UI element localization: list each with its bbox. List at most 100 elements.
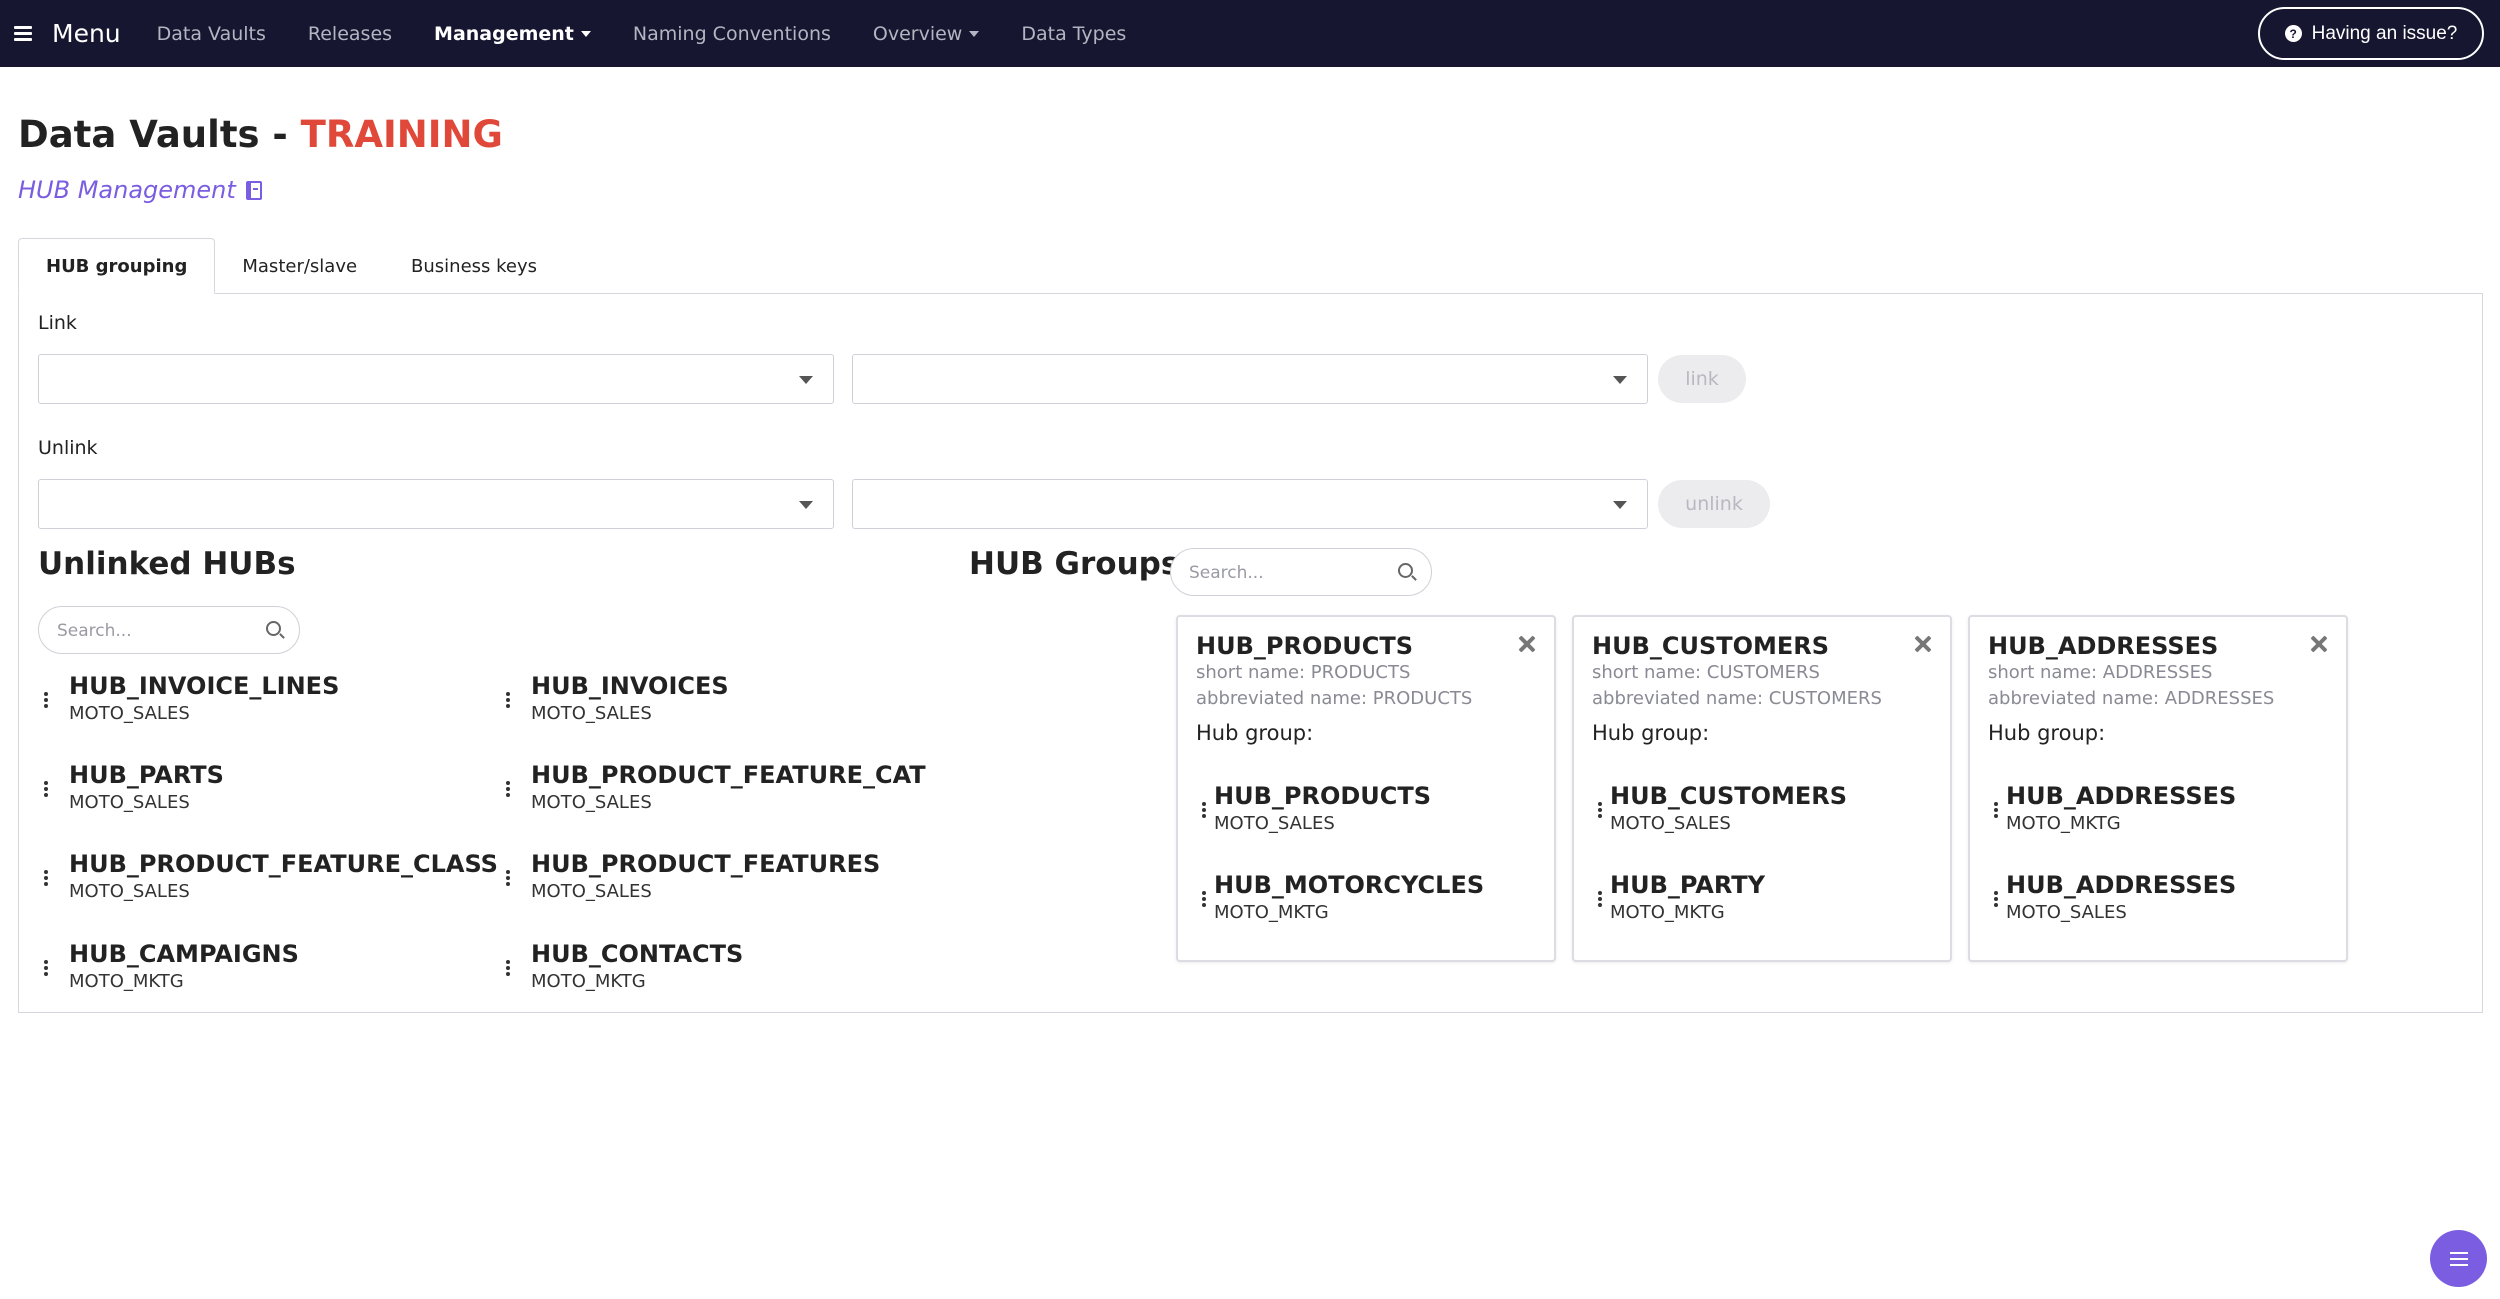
chevron-down-icon [1613,376,1627,384]
drag-handle-icon[interactable] [1202,891,1206,907]
nav-link-overview[interactable]: Overview [873,23,980,45]
drag-handle-icon[interactable] [506,781,510,797]
hamburger-icon [14,26,32,41]
card-short-name: short name: CUSTOMERS [1592,662,1820,683]
drag-handle-icon[interactable] [506,960,510,976]
unlinked-search-input[interactable] [57,619,247,643]
hub-name: HUB_PRODUCT_FEATURES [531,850,881,878]
subtitle-text: HUB Management [18,176,236,204]
drag-handle-icon[interactable] [1598,891,1602,907]
hub-name: HUB_PRODUCT_FEATURE_CLASS [69,850,498,878]
drag-handle-icon[interactable] [44,870,48,886]
card-group-label: Hub group: [1196,721,1314,745]
search-icon[interactable] [1398,563,1413,578]
nav-link-label: Releases [307,22,393,45]
drag-handle-icon[interactable] [506,870,510,886]
nav-link-data-vaults[interactable]: Data Vaults [157,23,266,45]
card-title: HUB_PRODUCTS [1196,632,1414,660]
hub-management-link[interactable]: HUB Management [18,176,262,204]
close-icon[interactable] [1914,635,1932,653]
tab-hub-grouping[interactable]: HUB grouping [18,238,216,294]
hub-name: HUB_PRODUCTS [1214,782,1432,810]
nav-link-management[interactable]: Management [434,23,591,45]
drag-handle-icon[interactable] [506,692,510,708]
drag-handle-icon[interactable] [1202,802,1206,818]
hub-source: MOTO_MKTG [69,971,184,992]
card-abbreviated-name: abbreviated name: CUSTOMERS [1592,688,1882,709]
drag-handle-icon[interactable] [44,960,48,976]
hub-name: HUB_MOTORCYCLES [1214,871,1485,899]
hub-groups-search [1170,548,1432,596]
hub-source: MOTO_SALES [531,792,652,813]
tab-master-slave[interactable]: Master/slave [215,238,384,294]
hub-source: MOTO_SALES [531,703,652,724]
nav-link-label: Data Types [1021,22,1127,45]
having-an-issue-button[interactable]: ? Having an issue? [2258,7,2484,60]
nav-link-data-types[interactable]: Data Types [1021,23,1126,45]
chevron-down-icon [1613,501,1627,509]
link-label: Link [38,312,77,334]
tab-bar: HUB grouping Master/slave Business keys [18,238,564,294]
hub-name: HUB_ADDRESSES [2006,782,2237,810]
unlinked-hubs-title: Unlinked HUBs [38,546,296,582]
card-short-name: short name: PRODUCTS [1196,662,1411,683]
hub-name: HUB_CAMPAIGNS [69,940,299,968]
tab-business-keys[interactable]: Business keys [384,238,564,294]
unlink-button[interactable]: unlink [1658,480,1770,528]
page-title: Data Vaults - TRAINING [18,113,503,156]
link-button[interactable]: link [1658,355,1746,403]
hub-group-card: HUB_ADDRESSES short name: ADDRESSES abbr… [1968,615,2348,962]
drag-handle-icon[interactable] [44,781,48,797]
hub-group-card: HUB_CUSTOMERS short name: CUSTOMERS abbr… [1572,615,1952,962]
hub-source: MOTO_MKTG [1610,902,1725,923]
hub-source: MOTO_SALES [69,881,190,902]
top-navbar: Menu Data Vaults Releases Management Nam… [0,0,2500,67]
close-icon[interactable] [1518,635,1536,653]
link-left-select[interactable] [38,354,834,404]
hub-name: HUB_CONTACTS [531,940,744,968]
caret-down-icon [969,30,980,37]
hub-source: MOTO_SALES [531,881,652,902]
hub-source: MOTO_SALES [69,703,190,724]
drag-handle-icon[interactable] [44,692,48,708]
book-icon [245,180,262,200]
hub-source: MOTO_MKTG [1214,902,1329,923]
page-title-text: Data Vaults - [18,113,288,156]
unlink-right-select[interactable] [852,479,1648,529]
nav-link-releases[interactable]: Releases [308,23,392,45]
groups-search-input[interactable] [1189,561,1379,585]
caret-down-icon [580,30,591,37]
close-icon[interactable] [2310,635,2328,653]
card-abbreviated-name: abbreviated name: PRODUCTS [1196,688,1473,709]
environment-label: TRAINING [300,113,503,156]
list-icon [2449,1251,2468,1266]
card-title: HUB_CUSTOMERS [1592,632,1830,660]
drag-handle-icon[interactable] [1598,802,1602,818]
floating-list-button[interactable] [2430,1230,2487,1287]
nav-link-label: Data Vaults [156,22,266,45]
search-icon[interactable] [266,621,281,636]
hub-groups-title: HUB Groups [969,546,1180,582]
hub-group-card: HUB_PRODUCTS short name: PRODUCTS abbrev… [1176,615,1556,962]
unlinked-hubs-search [38,606,300,654]
card-group-label: Hub group: [1988,721,2106,745]
hub-name: HUB_PARTS [69,761,224,789]
menu-toggle[interactable]: Menu [14,19,121,48]
question-circle-icon: ? [2284,25,2302,42]
card-short-name: short name: ADDRESSES [1988,662,2213,683]
nav-links: Data Vaults Releases Management Naming C… [157,23,1169,45]
issue-button-label: Having an issue? [2311,22,2458,44]
nav-link-label: Naming Conventions [632,22,831,45]
unlink-left-select[interactable] [38,479,834,529]
unlink-label: Unlink [38,437,98,459]
nav-link-naming-conventions[interactable]: Naming Conventions [633,23,831,45]
card-group-label: Hub group: [1592,721,1710,745]
hub-name: HUB_ADDRESSES [2006,871,2237,899]
drag-handle-icon[interactable] [1994,891,1998,907]
link-right-select[interactable] [852,354,1648,404]
hub-source: MOTO_SALES [2006,902,2127,923]
hub-source: MOTO_MKTG [2006,813,2121,834]
drag-handle-icon[interactable] [1994,802,1998,818]
hub-name: HUB_INVOICES [531,672,729,700]
menu-label: Menu [52,19,121,48]
